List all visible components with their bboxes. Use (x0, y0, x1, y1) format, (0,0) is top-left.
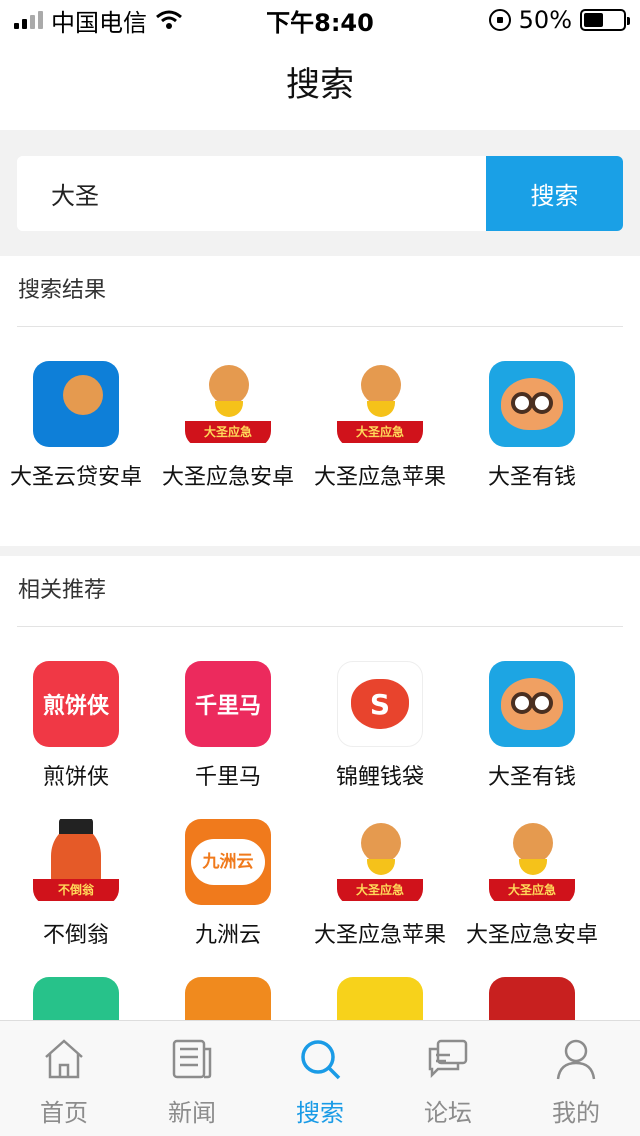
app-item[interactable]: 大圣应急大圣应急安卓 (456, 819, 608, 977)
tab-label: 新闻 (168, 1099, 216, 1127)
results-header: 搜索结果 (18, 278, 107, 303)
app-name: 九洲云 (194, 923, 261, 948)
app-item[interactable] (456, 977, 608, 1020)
status-right: 50% (406, 6, 630, 34)
app-item[interactable]: 千里马 千里马 (152, 661, 304, 819)
app-item[interactable] (152, 977, 304, 1020)
tab-search[interactable]: 搜索 (256, 1021, 384, 1136)
icon-banner-text: 大圣应急 (185, 421, 271, 443)
search-area: 搜索 (0, 130, 640, 256)
app-name: 大圣应急苹果 (313, 465, 446, 490)
cloud-icon: 九洲云 (185, 819, 271, 905)
app-item[interactable]: 大圣应急大圣应急苹果 (304, 361, 456, 519)
results-grid: 大圣云贷安卓 大圣应急 大圣应急安卓 大圣应急 大圣应急苹果 大圣有钱 (0, 327, 640, 519)
section-separator (0, 546, 640, 556)
battery-fill (584, 13, 603, 27)
icon-banner-text: 大圣应急 (489, 879, 575, 901)
app-name: 大圣应急苹果 (313, 923, 446, 948)
app-item[interactable] (304, 977, 456, 1020)
recommend-section: 相关推荐 煎饼侠煎饼侠千里马千里马锦鲤钱袋大圣有钱不倒翁不倒翁九洲云九洲云大圣应… (0, 556, 640, 1020)
app-item[interactable]: 大圣云贷安卓 (0, 361, 152, 519)
results-section: 搜索结果 大圣云贷安卓 大圣应急 大圣应急安卓 大圣应急 大圣应急苹果 大圣有钱 (0, 256, 640, 546)
app-name: 大圣应急安卓 (465, 923, 598, 948)
search-box: 搜索 (17, 156, 623, 231)
app-name: 大圣云贷安卓 (9, 465, 142, 490)
page-title: 搜索 (286, 65, 354, 105)
signal-icon (14, 11, 43, 29)
icon-banner-text: 大圣应急 (337, 421, 423, 443)
app-item[interactable]: 九洲云 九洲云 (152, 819, 304, 977)
tab-label: 论坛 (424, 1099, 472, 1127)
news-icon (172, 1039, 212, 1079)
status-bar: 中国电信 下午8:40 50% (0, 0, 640, 40)
app-item[interactable]: 煎饼侠 煎饼侠 (0, 661, 152, 819)
profile-icon (556, 1039, 596, 1080)
recommend-grid-partial (0, 977, 640, 1020)
tumbler-icon: 不倒翁 (33, 819, 119, 905)
forum-icon (428, 1039, 468, 1079)
tab-bar: 首页 新闻 搜索 论坛 我的 (0, 1020, 640, 1136)
icon-text: 煎饼侠 (42, 694, 109, 719)
tab-label: 首页 (40, 1099, 88, 1127)
app-name: 大圣有钱 (487, 465, 576, 490)
tab-home[interactable]: 首页 (0, 1021, 128, 1136)
status-left: 中国电信 (14, 3, 234, 38)
monkey-banner-icon: 大圣应急 (337, 819, 423, 905)
app-item[interactable] (0, 977, 152, 1020)
recommend-header: 相关推荐 (18, 578, 107, 603)
chart-app-icon (33, 977, 119, 1020)
search-input[interactable] (17, 156, 486, 231)
battery-icon (580, 9, 630, 31)
tab-label: 搜索 (296, 1099, 344, 1127)
app-item[interactable]: 大圣应急大圣应急安卓 (152, 361, 304, 519)
app-name: 大圣有钱 (487, 765, 576, 790)
rotation-lock-icon (488, 9, 511, 31)
app-name: 千里马 (194, 765, 261, 790)
tab-forum[interactable]: 论坛 (384, 1021, 512, 1136)
app-item[interactable]: 大圣有钱 (456, 361, 608, 519)
app-name: 不倒翁 (42, 923, 109, 948)
app-item[interactable]: 不倒翁 不倒翁 (0, 819, 152, 977)
app-item[interactable]: 大圣应急大圣应急苹果 (304, 819, 456, 977)
monkey-banner-icon: 大圣应急 (337, 361, 423, 447)
search-icon (301, 1040, 341, 1080)
money-bag-icon (337, 661, 423, 747)
monkey-face-icon (489, 361, 575, 447)
tab-label: 我的 (552, 1099, 600, 1127)
home-icon (45, 1039, 83, 1079)
icon-banner-text: 大圣应急 (337, 879, 423, 901)
tab-news[interactable]: 新闻 (128, 1021, 256, 1136)
search-button[interactable]: 搜索 (486, 156, 623, 231)
battery-percent: 50% (518, 6, 572, 34)
icon-text: 千里马 (194, 694, 261, 719)
wifi-icon (156, 10, 182, 29)
status-time: 下午8:40 (266, 8, 374, 37)
app-name: 煎饼侠 (42, 765, 109, 790)
fruit-app-icon (337, 977, 423, 1020)
carrier-label: 中国电信 (51, 8, 147, 37)
app-item[interactable]: 锦鲤钱袋 (304, 661, 456, 819)
cow-app-icon (489, 977, 575, 1020)
horse-icon: 千里马 (185, 661, 271, 747)
recommend-grid: 煎饼侠煎饼侠千里马千里马锦鲤钱袋大圣有钱不倒翁不倒翁九洲云九洲云大圣应急大圣应急… (0, 627, 640, 977)
yunda-icon (33, 361, 119, 447)
jianbing-icon: 煎饼侠 (33, 661, 119, 747)
app-name: 锦鲤钱袋 (335, 765, 424, 790)
monkey-face-icon (489, 661, 575, 747)
monkey-banner-icon: 大圣应急 (185, 361, 271, 447)
handshake-app-icon (185, 977, 271, 1020)
app-item[interactable]: 大圣有钱 (456, 661, 608, 819)
monkey-banner-icon: 大圣应急 (489, 819, 575, 905)
icon-text: 九洲云 (191, 839, 265, 885)
tab-profile[interactable]: 我的 (512, 1021, 640, 1136)
icon-banner-text: 不倒翁 (33, 879, 119, 901)
app-name: 大圣应急安卓 (161, 465, 294, 490)
